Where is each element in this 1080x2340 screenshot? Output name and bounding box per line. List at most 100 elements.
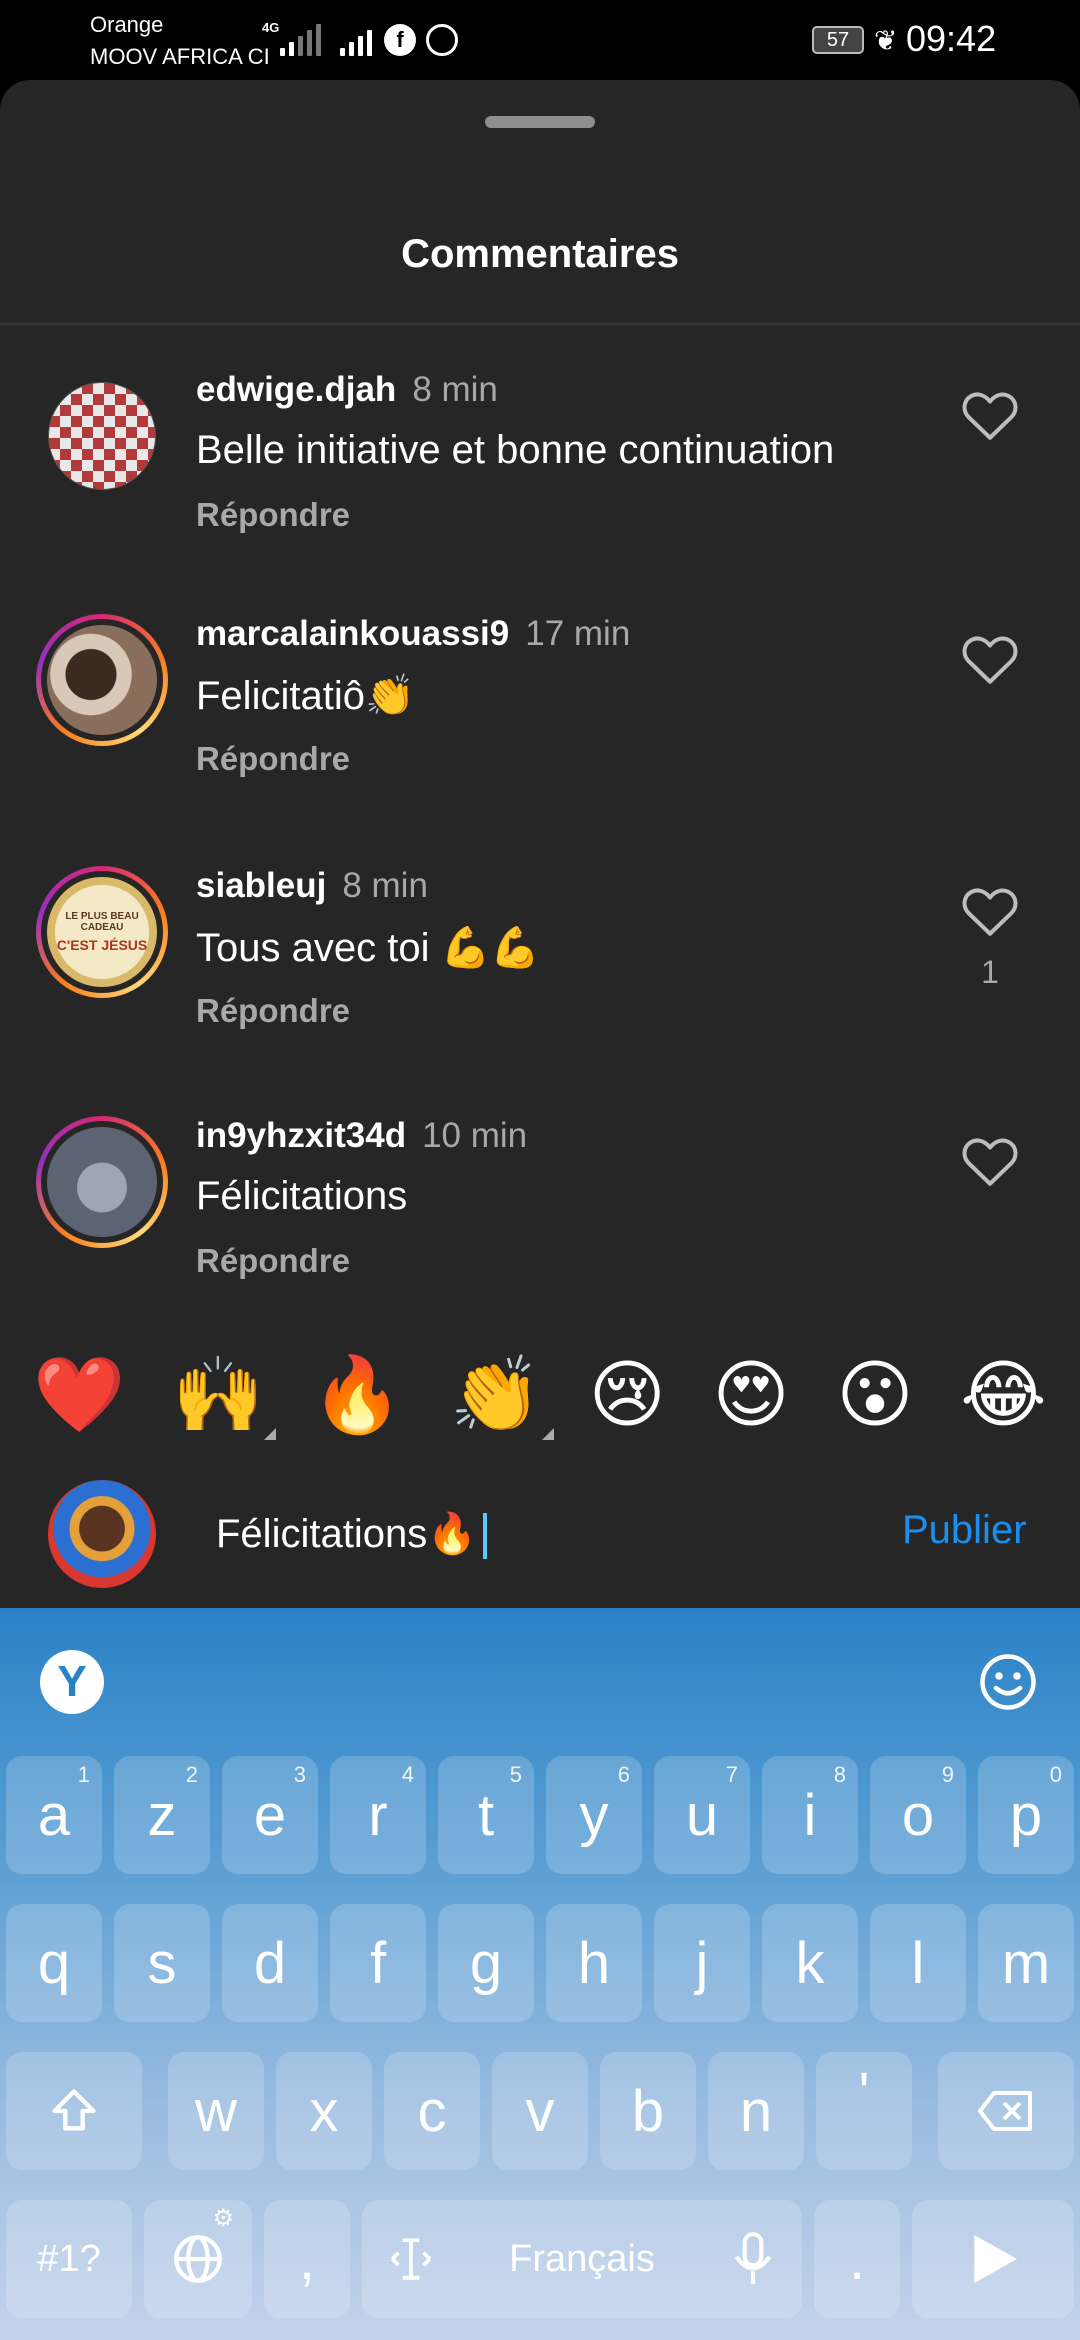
keyboard-logo-icon[interactable]: Y [40, 1650, 104, 1714]
text-cursor [483, 1513, 487, 1560]
period-key[interactable]: . [814, 2200, 900, 2318]
emoji-cry-button[interactable]: 😢 [589, 1358, 666, 1432]
key-u[interactable]: u7 [654, 1756, 750, 1874]
heart-icon[interactable] [960, 630, 1020, 686]
key-f[interactable]: f [330, 1904, 426, 2022]
key-g[interactable]: g [438, 1904, 534, 2022]
key-b[interactable]: b [600, 2052, 696, 2170]
key-p[interactable]: p0 [978, 1756, 1074, 1874]
emoji-laughing-button[interactable]: 😂 [960, 1358, 1046, 1432]
emoji-heart-button[interactable]: ❤️ [33, 1358, 125, 1432]
reply-button[interactable]: Répondre [196, 740, 350, 778]
key-t[interactable]: t5 [438, 1756, 534, 1874]
send-key[interactable] [912, 2200, 1074, 2318]
emoji-heart-eyes-button[interactable]: 😍 [713, 1358, 790, 1432]
emoji-raised-hands-button[interactable]: 🙌 [172, 1358, 277, 1440]
comments-sheet: Commentaires edwige.djah 8 min Belle init… [0, 80, 1080, 1608]
comment-header: in9yhzxit34d 10 min [196, 1116, 527, 1156]
reply-button[interactable]: Répondre [196, 1242, 350, 1280]
comment-header: marcalainkouassi9 17 min [196, 614, 630, 654]
key-label: u [685, 1782, 719, 1848]
comment-time: 17 min [525, 614, 631, 653]
emoji-clap-button[interactable]: 👏 [450, 1358, 554, 1440]
comment-item: in9yhzxit34d 10 min Félicitations Répondr… [0, 1116, 1080, 1336]
key-hint: 8 [833, 1762, 846, 1787]
comment-input[interactable]: Félicitations🔥 [216, 1510, 487, 1560]
reply-button[interactable]: Répondre [196, 496, 350, 534]
key-z[interactable]: z2 [114, 1756, 210, 1874]
key-h[interactable]: h [546, 1904, 642, 2022]
my-avatar [48, 1480, 156, 1588]
key-l[interactable]: l [870, 1904, 966, 2022]
key-label: y [579, 1782, 609, 1848]
publish-button[interactable]: Publier [902, 1508, 1027, 1553]
backspace-key[interactable] [938, 2052, 1074, 2170]
key-a[interactable]: a1 [6, 1756, 102, 1874]
key-hint: 7 [725, 1762, 738, 1787]
key-hint: 0 [1049, 1762, 1062, 1787]
comment-username[interactable]: siableuj [196, 866, 326, 905]
whatsapp-icon [426, 24, 458, 56]
avatar[interactable] [36, 614, 168, 746]
key-hint: 3 [293, 1762, 306, 1787]
soft-keyboard: Y a1 z2 e3 r4 t5 y6 u7 i8 o9 p0 q s d f … [0, 1608, 1080, 2340]
carrier-name: Orange [90, 12, 164, 37]
key-o[interactable]: o9 [870, 1756, 966, 1874]
status-clock: 09:42 [906, 18, 997, 59]
key-k[interactable]: k [762, 1904, 858, 2022]
key-label: r [368, 1782, 388, 1848]
key-x[interactable]: x [276, 2052, 372, 2170]
avatar[interactable] [36, 1116, 168, 1248]
key-label: e [253, 1782, 287, 1848]
symbols-key[interactable]: #1? [6, 2200, 132, 2318]
comment-time: 10 min [422, 1116, 528, 1155]
shift-key[interactable] [6, 2052, 142, 2170]
key-apostrophe[interactable]: ' [816, 2052, 912, 2170]
comment-text: Félicitations [196, 1174, 408, 1218]
key-q[interactable]: q [6, 1904, 102, 2022]
comment-username[interactable]: marcalainkouassi9 [196, 614, 509, 653]
space-key[interactable]: Français [362, 2200, 802, 2318]
heart-icon[interactable] [960, 882, 1020, 938]
emoji-surprised-button[interactable]: 😮 [836, 1358, 913, 1432]
signal-strength-icon-2 [340, 24, 372, 56]
comment-item: LE PLUS BEAU CADEAU C'EST JÉSUS siableuj… [0, 866, 1080, 1086]
key-d[interactable]: d [222, 1904, 318, 2022]
heart-icon[interactable] [960, 386, 1020, 442]
key-v[interactable]: v [492, 2052, 588, 2170]
comment-text: Felicitatiô👏 [196, 674, 415, 718]
key-n[interactable]: n [708, 2052, 804, 2170]
key-r[interactable]: r4 [330, 1756, 426, 1874]
reply-button[interactable]: Répondre [196, 992, 350, 1030]
carrier-name-secondary: MOOV AFRICA CI [90, 44, 270, 69]
key-w[interactable]: w [168, 2052, 264, 2170]
emoji-fire-button[interactable]: 🔥 [311, 1358, 403, 1432]
comment-text: Tous avec toi 💪💪 [196, 926, 541, 970]
key-label: t [477, 1782, 495, 1848]
avatar[interactable]: LE PLUS BEAU CADEAU C'EST JÉSUS [36, 866, 168, 998]
comment-username[interactable]: in9yhzxit34d [196, 1116, 406, 1155]
avatar[interactable] [48, 382, 156, 490]
key-label: a [37, 1782, 71, 1848]
key-label: p [1009, 1782, 1043, 1848]
key-label: i [803, 1782, 817, 1848]
sheet-title: Commentaires [401, 232, 679, 276]
language-globe-key[interactable]: ⚙ [144, 2200, 252, 2318]
key-m[interactable]: m [978, 1904, 1074, 2022]
facebook-icon: f [384, 24, 416, 56]
comma-key[interactable]: , [264, 2200, 350, 2318]
key-y[interactable]: y6 [546, 1756, 642, 1874]
settings-gear-icon: ⚙ [212, 2205, 234, 2232]
key-c[interactable]: c [384, 2052, 480, 2170]
heart-icon[interactable] [960, 1132, 1020, 1188]
key-j[interactable]: j [654, 1904, 750, 2022]
backspace-icon [978, 2091, 1032, 2131]
key-s[interactable]: s [114, 1904, 210, 2022]
comment-username[interactable]: edwige.djah [196, 370, 396, 409]
send-arrow-icon [974, 2235, 1017, 2283]
emoji-keyboard-icon[interactable] [978, 1652, 1038, 1712]
key-hint: 1 [77, 1762, 90, 1787]
key-i[interactable]: i8 [762, 1756, 858, 1874]
sheet-drag-handle[interactable] [485, 116, 595, 128]
key-e[interactable]: e3 [222, 1756, 318, 1874]
